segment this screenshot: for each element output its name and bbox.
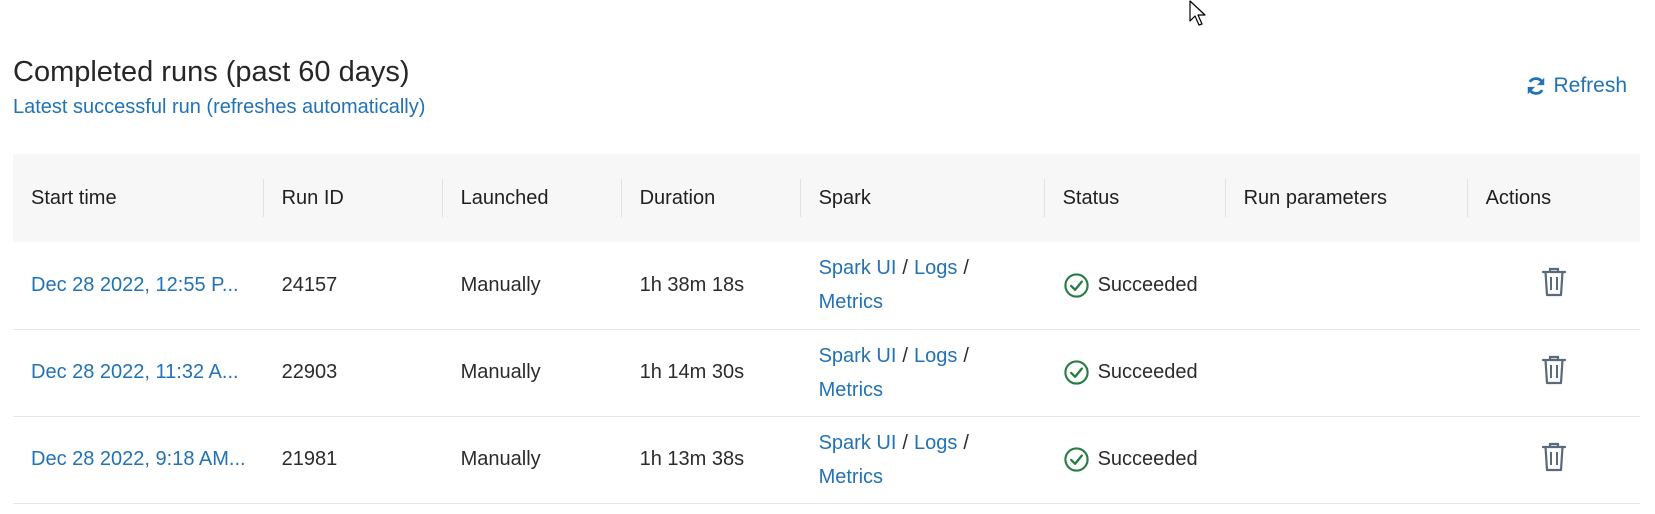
table-header-row: Start time Run ID Launched Duration Spar…: [13, 154, 1640, 242]
completed-runs-table: Start time Run ID Launched Duration Spar…: [13, 154, 1640, 504]
trash-icon: [1541, 355, 1566, 384]
status-badge: Succeeded: [1063, 446, 1208, 473]
duration: 1h 14m 30s: [639, 361, 745, 383]
table-row: Dec 28 2022, 9:18 AM... 21981 Manually 1…: [13, 416, 1640, 503]
delete-button[interactable]: [1540, 268, 1568, 303]
column-header-run-parameters[interactable]: Run parameters: [1226, 154, 1468, 242]
launched: Manually: [460, 448, 541, 470]
latest-successful-run-link[interactable]: Latest successful run (refreshes automat…: [13, 96, 425, 119]
column-header-spark[interactable]: Spark: [801, 154, 1045, 242]
logs-link[interactable]: Logs: [914, 257, 957, 279]
spark-links: Spark UI / Logs / Metrics: [801, 242, 1045, 329]
duration: 1h 38m 18s: [639, 273, 745, 296]
logs-link[interactable]: Logs: [914, 345, 957, 367]
page-title: Completed runs (past 60 days): [13, 56, 410, 88]
spark-links: Spark UI / Logs / Metrics: [801, 416, 1045, 503]
column-header-duration[interactable]: Duration: [622, 154, 801, 242]
launched: Manually: [460, 361, 541, 383]
start-time-link[interactable]: Dec 28 2022, 11:32 A...: [31, 361, 239, 384]
metrics-link[interactable]: Metrics: [819, 291, 883, 313]
check-circle-icon: [1063, 273, 1089, 298]
launched: Manually: [460, 273, 541, 296]
separator: /: [963, 344, 969, 367]
start-time-link[interactable]: Dec 28 2022, 12:55 P...: [31, 274, 239, 297]
spark-links: Spark UI / Logs / Metrics: [801, 329, 1045, 416]
spark-ui-link[interactable]: Spark UI: [819, 345, 897, 367]
separator: /: [902, 257, 908, 280]
metrics-link[interactable]: Metrics: [819, 379, 883, 401]
run-parameters: [1226, 416, 1468, 503]
run-id: 22903: [281, 361, 338, 383]
metrics-link[interactable]: Metrics: [819, 466, 883, 488]
separator: /: [963, 257, 969, 280]
run-id: 24157: [281, 273, 338, 296]
table-row: Dec 28 2022, 12:55 P... 24157 Manually 1…: [13, 242, 1640, 329]
page-header: Completed runs (past 60 days) Latest suc…: [13, 52, 425, 119]
separator: /: [902, 344, 908, 367]
status-badge: Succeeded: [1063, 272, 1208, 299]
check-circle-icon: [1063, 447, 1089, 472]
column-header-start-time[interactable]: Start time: [13, 154, 264, 242]
column-header-status[interactable]: Status: [1045, 154, 1226, 242]
status-label: Succeeded: [1097, 361, 1198, 383]
column-header-run-id[interactable]: Run ID: [264, 154, 443, 242]
table-row: Dec 28 2022, 11:32 A... 22903 Manually 1…: [13, 329, 1640, 416]
status-label: Succeeded: [1097, 448, 1198, 470]
mouse-cursor-icon: [1189, 0, 1206, 26]
run-parameters: [1226, 329, 1468, 416]
spark-ui-link[interactable]: Spark UI: [819, 432, 897, 454]
trash-icon: [1541, 268, 1566, 297]
start-time-link[interactable]: Dec 28 2022, 9:18 AM...: [31, 448, 246, 471]
status-label: Succeeded: [1097, 273, 1198, 296]
separator: /: [963, 431, 969, 454]
column-header-launched[interactable]: Launched: [443, 154, 622, 242]
duration: 1h 13m 38s: [639, 448, 745, 470]
run-id: 21981: [281, 448, 338, 470]
refresh-icon: [1528, 77, 1545, 95]
check-circle-icon: [1063, 360, 1089, 385]
trash-icon: [1541, 442, 1566, 471]
spark-ui-link[interactable]: Spark UI: [819, 257, 897, 279]
status-badge: Succeeded: [1063, 359, 1208, 386]
delete-button[interactable]: [1540, 442, 1568, 478]
refresh-button[interactable]: Refresh: [1525, 74, 1627, 98]
column-header-actions: Actions: [1485, 186, 1552, 209]
delete-button[interactable]: [1540, 355, 1568, 391]
run-parameters: [1226, 242, 1468, 329]
refresh-label: Refresh: [1553, 74, 1627, 97]
logs-link[interactable]: Logs: [914, 432, 957, 454]
separator: /: [902, 431, 908, 454]
